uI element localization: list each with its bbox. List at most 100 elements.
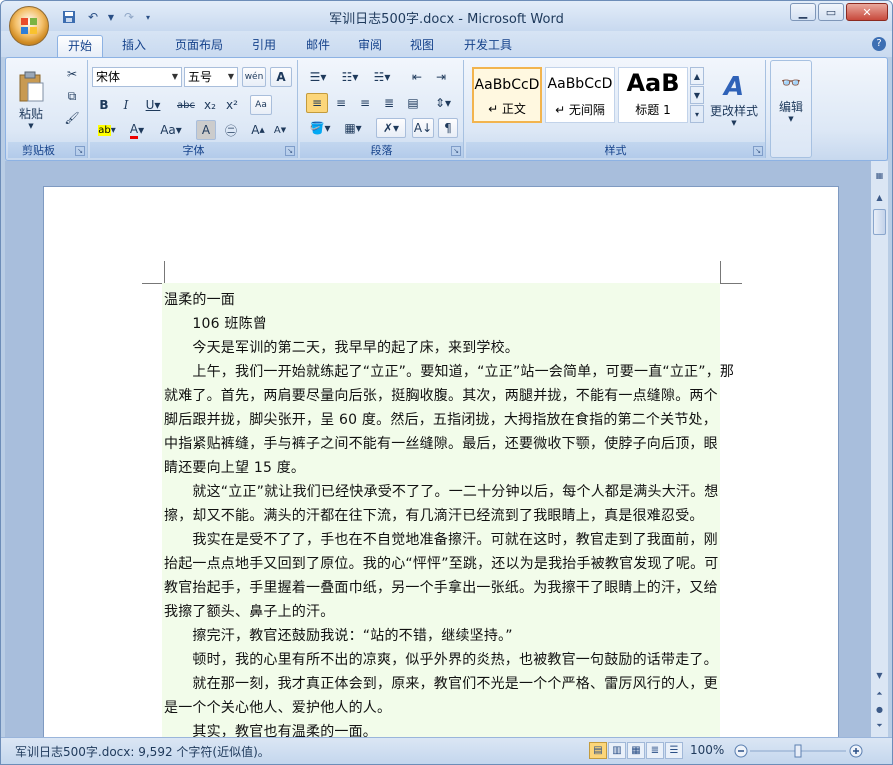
scroll-down-icon[interactable]: ▼ xyxy=(873,671,886,684)
font-size-value: 五号 xyxy=(188,70,213,84)
tab-page-layout[interactable]: 页面布局 xyxy=(169,35,229,57)
tab-developer[interactable]: 开发工具 xyxy=(457,35,519,57)
format-painter-icon[interactable]: 🖌 xyxy=(62,108,82,128)
paste-button[interactable]: 粘贴 ▼ xyxy=(14,64,48,136)
clear-formatting-icon[interactable]: Aa xyxy=(250,95,272,115)
bullets-icon[interactable]: ☰▾ xyxy=(304,67,332,87)
paragraph-launcher-icon[interactable]: ↘ xyxy=(451,146,461,156)
zoom-thumb xyxy=(794,744,802,758)
select-browse-object-icon[interactable]: ● xyxy=(873,705,886,718)
web-layout-icon[interactable]: ▦ xyxy=(627,742,645,759)
tab-review[interactable]: 审阅 xyxy=(351,35,389,57)
scroll-up-icon[interactable]: ▲ xyxy=(873,193,886,206)
doc-line: 106 班陈曾 xyxy=(164,316,267,332)
style-no-spacing[interactable]: AaBbCcD ↵ 无间隔 xyxy=(545,67,615,123)
grow-font-icon[interactable]: A ▲ xyxy=(248,120,268,140)
style-normal[interactable]: AaBbCcD ↵ 正文 xyxy=(472,67,542,123)
change-case-icon[interactable]: Aa▾ xyxy=(156,120,186,140)
paragraph-group-label: 段落 xyxy=(300,142,463,158)
shrink-font-icon[interactable]: A ▼ xyxy=(270,120,290,140)
doc-line: 擦，却又不能。满头的汗都在往下流，有几滴汗已经流到了我眼睛上，真是很难忍受。 xyxy=(164,508,704,524)
doc-line: 我实在是受不了了，手也在不自觉地准备擦汗。可就在这时，教官走到了我面前，刚 xyxy=(164,532,718,548)
outline-icon[interactable]: ≣ xyxy=(646,742,664,759)
draft-icon[interactable]: ☰ xyxy=(665,742,683,759)
increase-indent-icon[interactable]: ⇥ xyxy=(430,67,452,87)
crop-mark xyxy=(142,283,164,284)
full-screen-reading-icon[interactable]: ▥ xyxy=(608,742,626,759)
numbering-icon[interactable]: ☷▾ xyxy=(336,67,364,87)
change-styles-button[interactable]: A 更改样式 ▼ xyxy=(706,64,762,134)
show-marks-icon[interactable]: ¶ xyxy=(438,118,458,138)
justify-icon[interactable]: ≣ xyxy=(378,93,400,113)
font-group-label: 字体 xyxy=(90,142,297,158)
redo-icon[interactable]: ↷ xyxy=(119,8,139,26)
maximize-button[interactable]: ▭ xyxy=(818,3,844,21)
zoom-level[interactable]: 100% xyxy=(690,743,724,757)
tab-view[interactable]: 视图 xyxy=(403,35,441,57)
styles-more-icon[interactable]: ▾ xyxy=(690,105,704,123)
enclose-char-icon[interactable]: ㊁ xyxy=(220,120,242,140)
style-heading-1[interactable]: AaB 标题 1 xyxy=(618,67,688,123)
underline-button[interactable]: U▾ xyxy=(140,95,166,115)
editing-button[interactable]: 👓 编辑 ▼ xyxy=(773,65,809,131)
next-page-icon[interactable]: ⏷ xyxy=(873,721,886,734)
tab-insert[interactable]: 插入 xyxy=(115,35,153,57)
subscript-button[interactable]: x₂ xyxy=(200,95,220,115)
font-size-combo[interactable]: 五号 ▼ xyxy=(184,67,238,87)
style-name: 标题 1 xyxy=(635,103,671,117)
decrease-indent-icon[interactable]: ⇤ xyxy=(406,67,428,87)
styles-scroll-up-icon[interactable]: ▲ xyxy=(690,67,704,85)
doc-line: 教官抬起手，手里握着一叠面巾纸，另一个手拿出一张纸。为我擦干了眼睛上的汗，又给 xyxy=(164,580,718,596)
char-shading-icon[interactable]: A xyxy=(196,120,216,140)
superscript-button[interactable]: x² xyxy=(222,95,242,115)
print-layout-icon[interactable]: ▤ xyxy=(589,742,607,759)
shading-icon[interactable]: 🪣▾ xyxy=(306,118,334,138)
office-button[interactable] xyxy=(9,6,49,46)
bold-button[interactable]: B xyxy=(94,95,114,115)
line-spacing-icon[interactable]: ⇕▾ xyxy=(428,93,458,113)
align-center-icon[interactable]: ≡ xyxy=(330,93,352,113)
chevron-down-icon: ▼ xyxy=(788,115,794,123)
copy-icon[interactable]: ⧉ xyxy=(62,86,82,106)
help-icon[interactable]: ? xyxy=(872,37,886,51)
undo-icon[interactable]: ↶ xyxy=(83,8,103,26)
view-ruler-icon[interactable]: ▦ xyxy=(873,171,886,184)
font-launcher-icon[interactable]: ↘ xyxy=(285,146,295,156)
undo-dropdown-icon[interactable]: ▼ xyxy=(107,8,115,26)
save-icon[interactable] xyxy=(59,8,79,26)
multilevel-list-icon[interactable]: ☵▾ xyxy=(368,67,396,87)
close-button[interactable]: ✕ xyxy=(846,3,888,21)
clipboard-launcher-icon[interactable]: ↘ xyxy=(75,146,85,156)
document-area[interactable]: 温柔的一面 106 班陈曾 今天是军训的第二天，我早早的起了床，来到学校。 上午… xyxy=(5,161,871,737)
word-count-status[interactable]: 军训日志500字.docx: 9,592 个字符(近似值)。 xyxy=(15,743,270,760)
strikethrough-button[interactable]: abc xyxy=(174,95,198,115)
align-right-icon[interactable]: ≡ xyxy=(354,93,376,113)
sort-icon[interactable]: A↓ xyxy=(412,118,434,138)
chinese-layout-icon[interactable]: ✗▾ xyxy=(376,118,406,138)
italic-button[interactable]: I xyxy=(116,95,136,115)
previous-page-icon[interactable]: ⏶ xyxy=(873,689,886,702)
binoculars-icon: 👓 xyxy=(781,73,801,92)
font-name-combo[interactable]: 宋体 ▼ xyxy=(92,67,182,87)
doc-line: 就这“立正”就让我们已经快承受不了了。一二十分钟以后，每个人都是满头大汗。想 xyxy=(164,484,719,500)
minimize-button[interactable]: ▁ xyxy=(790,3,816,21)
font-color-icon[interactable]: A ▾ xyxy=(124,120,150,140)
cut-icon[interactable]: ✂ xyxy=(62,64,82,84)
paste-label: 粘贴 xyxy=(18,106,43,121)
align-left-icon[interactable]: ≡ xyxy=(306,93,328,113)
zoom-slider[interactable] xyxy=(734,742,864,760)
tab-home[interactable]: 开始 xyxy=(57,35,103,57)
customize-qat-icon[interactable]: ▾ xyxy=(143,8,153,26)
phonetic-guide-button[interactable]: wén xyxy=(242,67,266,87)
tab-references[interactable]: 引用 xyxy=(245,35,283,57)
styles-launcher-icon[interactable]: ↘ xyxy=(753,146,763,156)
document-page[interactable]: 温柔的一面 106 班陈曾 今天是军训的第二天，我早早的起了床，来到学校。 上午… xyxy=(43,186,839,737)
scroll-thumb[interactable] xyxy=(873,209,886,235)
highlight-color-icon[interactable]: ab ▾ xyxy=(94,120,120,140)
vertical-scrollbar[interactable]: ▦ ▲ ▼ ⏶ ● ⏷ xyxy=(871,161,888,737)
distributed-icon[interactable]: ▤ xyxy=(402,93,424,113)
tab-mailings[interactable]: 邮件 xyxy=(299,35,337,57)
borders-icon[interactable]: ▦▾ xyxy=(338,118,368,138)
styles-scroll-down-icon[interactable]: ▼ xyxy=(690,86,704,104)
char-border-button[interactable]: A xyxy=(270,67,292,87)
